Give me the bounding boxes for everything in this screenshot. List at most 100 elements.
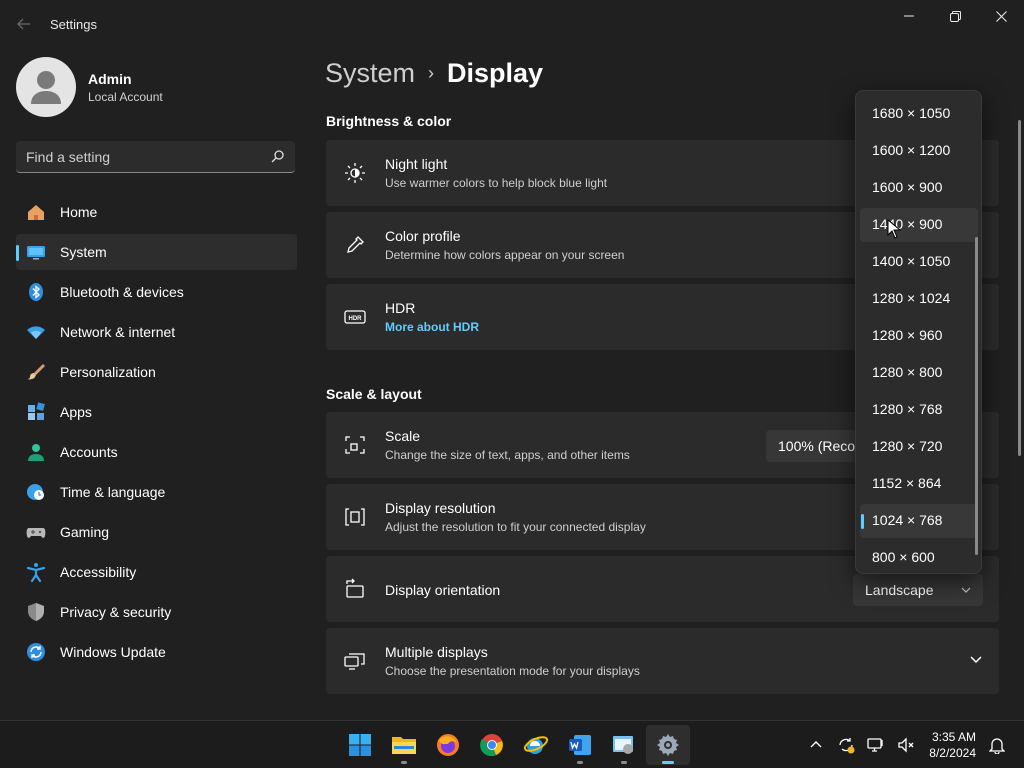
taskbar-word[interactable] (558, 725, 602, 765)
network-icon (867, 738, 883, 752)
sidebar-item-label: Network & internet (60, 324, 176, 340)
restore-button[interactable] (932, 0, 978, 32)
card-title: Scale (385, 428, 421, 444)
resolution-option[interactable]: 1280 × 720 (860, 430, 978, 464)
orientation-dropdown[interactable]: Landscape (853, 574, 983, 606)
eyedropper-icon (344, 234, 366, 256)
resolution-option[interactable]: 1680 × 1050 (860, 97, 978, 131)
sidebar-item-label: Gaming (60, 524, 110, 540)
taskbar-chrome[interactable] (470, 725, 514, 765)
more-about-hdr-link[interactable]: More about HDR (385, 320, 479, 334)
search-icon[interactable] (271, 149, 285, 168)
window-controls (886, 0, 1024, 32)
multiple-displays-card[interactable]: Multiple displays Choose the presentatio… (326, 628, 999, 694)
user-icon (31, 71, 61, 104)
night-light-icon (344, 162, 366, 184)
taskbar-firefox[interactable] (426, 725, 470, 765)
resolution-option[interactable]: 1440 × 900 (860, 208, 978, 242)
word-icon (569, 735, 591, 755)
tray-network[interactable] (861, 730, 891, 760)
taskbar-control-panel[interactable] (602, 725, 646, 765)
card-title: Display resolution (385, 500, 496, 516)
system-tray: 3:35 AM 8/2/2024 (801, 721, 1024, 768)
sidebar-item-privacy[interactable]: Privacy & security (16, 594, 297, 630)
sidebar-item-personalization[interactable]: Personalization (16, 354, 297, 390)
sidebar-item-label: Apps (60, 404, 92, 420)
gamepad-icon (26, 522, 46, 542)
scale-icon (344, 434, 366, 456)
chevron-down-icon (961, 582, 971, 598)
sidebar-item-gaming[interactable]: Gaming (16, 514, 297, 550)
sidebar-item-apps[interactable]: Apps (16, 394, 297, 430)
notifications-button[interactable] (982, 730, 1012, 760)
running-indicator (621, 761, 627, 764)
user-profile[interactable]: Admin Local Account (16, 57, 163, 117)
search-input[interactable] (26, 149, 256, 165)
back-arrow-icon (17, 18, 30, 30)
show-hidden-icons-button[interactable] (801, 730, 831, 760)
chevron-right-icon: › (428, 63, 435, 83)
orientation-value: Landscape (865, 582, 934, 598)
home-icon (26, 202, 46, 222)
app-title: Settings (50, 17, 97, 32)
resolution-option[interactable]: 1280 × 960 (860, 319, 978, 353)
card-subtitle: Adjust the resolution to fit your connec… (385, 520, 646, 534)
resolution-option[interactable]: 1280 × 768 (860, 393, 978, 427)
minimize-button[interactable] (886, 0, 932, 32)
sidebar-item-time-language[interactable]: Time & language (16, 474, 297, 510)
close-icon (995, 10, 1007, 22)
sync-warning-icon (839, 738, 855, 754)
resolution-option[interactable]: 1600 × 1200 (860, 134, 978, 168)
internet-explorer-icon (523, 736, 549, 754)
sidebar-item-accounts[interactable]: Accounts (16, 434, 297, 470)
start-icon (349, 734, 371, 756)
back-button[interactable] (12, 12, 36, 36)
card-title: HDR (385, 300, 416, 316)
sidebar-item-label: Windows Update (60, 644, 166, 660)
start-button[interactable] (338, 725, 382, 765)
resolution-option[interactable]: 1600 × 900 (860, 171, 978, 205)
sidebar-item-bluetooth[interactable]: Bluetooth & devices (16, 274, 297, 310)
clock[interactable]: 3:35 AM 8/2/2024 (929, 729, 976, 761)
taskbar-internet-explorer[interactable] (514, 725, 558, 765)
avatar (16, 57, 76, 117)
clock-globe-icon (26, 482, 46, 502)
sidebar-item-label: Time & language (60, 484, 166, 500)
resolution-option-selected[interactable]: 1024 × 768 (860, 504, 978, 538)
profile-name: Admin (88, 70, 132, 87)
sidebar-item-label: System (60, 244, 107, 260)
sidebar-item-home[interactable]: Home (16, 194, 297, 230)
resolution-option[interactable]: 1152 × 864 (860, 467, 978, 501)
tray-volume[interactable] (891, 730, 921, 760)
dropdown-scrollbar[interactable] (975, 237, 978, 555)
chevron-down-icon[interactable] (969, 653, 983, 672)
page-scrollbar[interactable] (1018, 120, 1021, 456)
brush-icon (26, 362, 46, 382)
taskbar: 3:35 AM 8/2/2024 (0, 720, 1024, 768)
resolution-option[interactable]: 800 × 600 (860, 541, 978, 575)
sidebar-item-network[interactable]: Network & internet (16, 314, 297, 350)
wifi-icon (26, 322, 46, 342)
card-subtitle: Use warmer colors to help block blue lig… (385, 176, 608, 190)
sidebar-item-system[interactable]: System (16, 234, 297, 270)
sidebar-item-label: Accessibility (60, 564, 137, 580)
resolution-option[interactable]: 1280 × 1024 (860, 282, 978, 316)
chrome-icon (480, 734, 503, 757)
resolution-option[interactable]: 1400 × 1050 (860, 245, 978, 279)
sidebar-item-windows-update[interactable]: Windows Update (16, 634, 297, 670)
breadcrumb-parent[interactable]: System (325, 58, 415, 89)
breadcrumb: System › Display (325, 58, 543, 89)
taskbar-apps (338, 725, 690, 765)
search-box[interactable] (16, 141, 295, 173)
close-button[interactable] (978, 0, 1024, 32)
sidebar-item-accessibility[interactable]: Accessibility (16, 554, 297, 590)
taskbar-settings[interactable] (646, 725, 690, 765)
resolution-option[interactable]: 1280 × 800 (860, 356, 978, 390)
resolution-icon (344, 506, 366, 528)
taskbar-file-explorer[interactable] (382, 725, 426, 765)
card-subtitle: Determine how colors appear on your scre… (385, 248, 625, 262)
account-type: Local Account (88, 89, 163, 104)
sidebar-item-label: Home (60, 204, 98, 220)
tray-sync[interactable] (831, 730, 861, 760)
system-icon (26, 242, 46, 262)
